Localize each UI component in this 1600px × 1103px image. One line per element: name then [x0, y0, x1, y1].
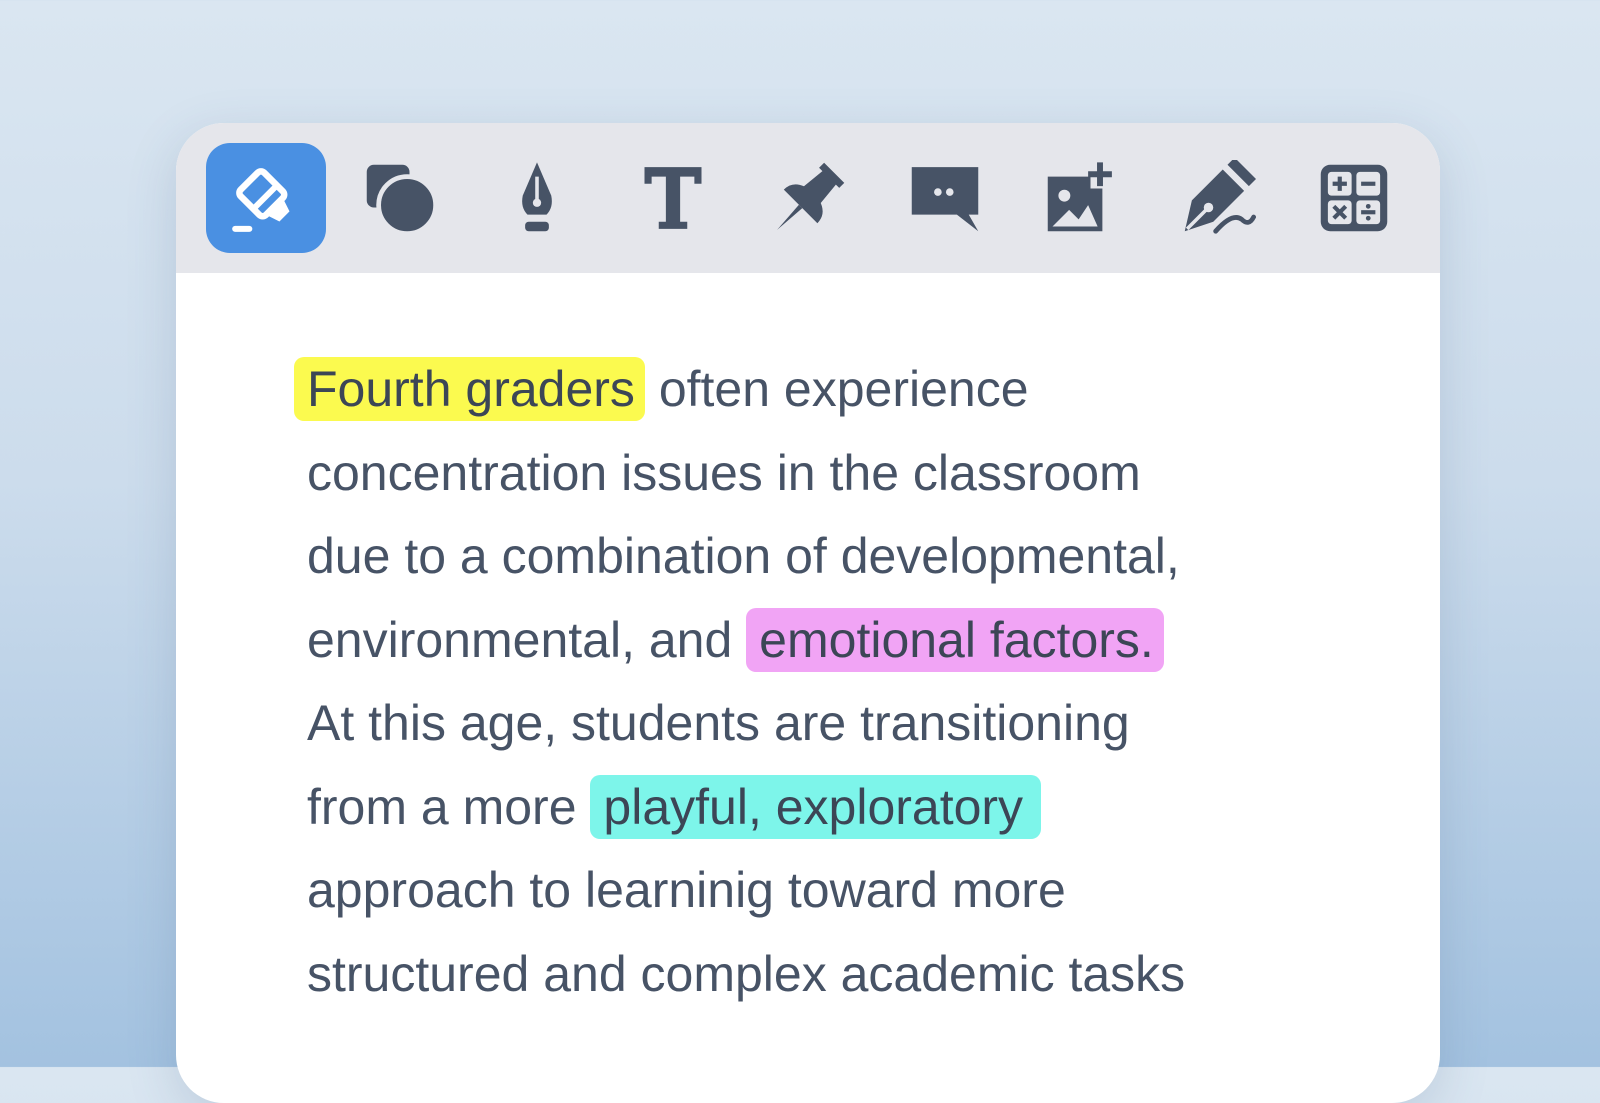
comment-tool-button[interactable] [885, 143, 1005, 253]
annotation-panel: Fourth graders often experience concentr… [176, 123, 1440, 1103]
signature-pen-icon [1184, 160, 1256, 234]
shapes-icon [366, 164, 438, 236]
text-line: due to a combination of developmental, [307, 528, 1180, 584]
text-line: concentration issues in the classroom [307, 444, 1141, 501]
yellow-highlight[interactable]: Fourth graders [294, 357, 645, 421]
text-line: Fourth graders often experience [294, 348, 1407, 432]
document-text[interactable]: Fourth graders often experience concentr… [294, 348, 1407, 1016]
shapes-tool-button[interactable] [340, 143, 460, 253]
annotation-toolbar [176, 123, 1440, 273]
text-line: from a more playful, exploratory [307, 766, 1407, 850]
pushpin-icon [777, 162, 845, 230]
add-image-tool-button[interactable] [1021, 143, 1141, 253]
text-line: environmental, and emotional factors. [307, 599, 1407, 683]
comment-icon [911, 167, 979, 232]
signature-tool-button[interactable] [1158, 143, 1278, 253]
text-tool-button[interactable] [613, 143, 733, 253]
text-line: At this age, students are transitioning [307, 695, 1130, 751]
pen-nib-icon [522, 162, 552, 232]
pen-tool-button[interactable] [477, 143, 597, 253]
pink-highlight[interactable]: emotional factors. [746, 607, 1164, 672]
highlighter-tool-button[interactable] [206, 143, 326, 253]
text-line: structured and complex academic tasks [307, 945, 1186, 1002]
text-icon [644, 167, 702, 229]
text-line: approach to learninig toward more [307, 862, 1066, 918]
calculator-tool-button[interactable] [1294, 143, 1414, 253]
highlighter-icon [232, 168, 290, 232]
calculator-icon [1320, 164, 1388, 232]
pin-tool-button[interactable] [749, 143, 869, 253]
image-add-icon [1047, 162, 1112, 232]
cyan-highlight[interactable]: playful, exploratory [590, 774, 1042, 839]
